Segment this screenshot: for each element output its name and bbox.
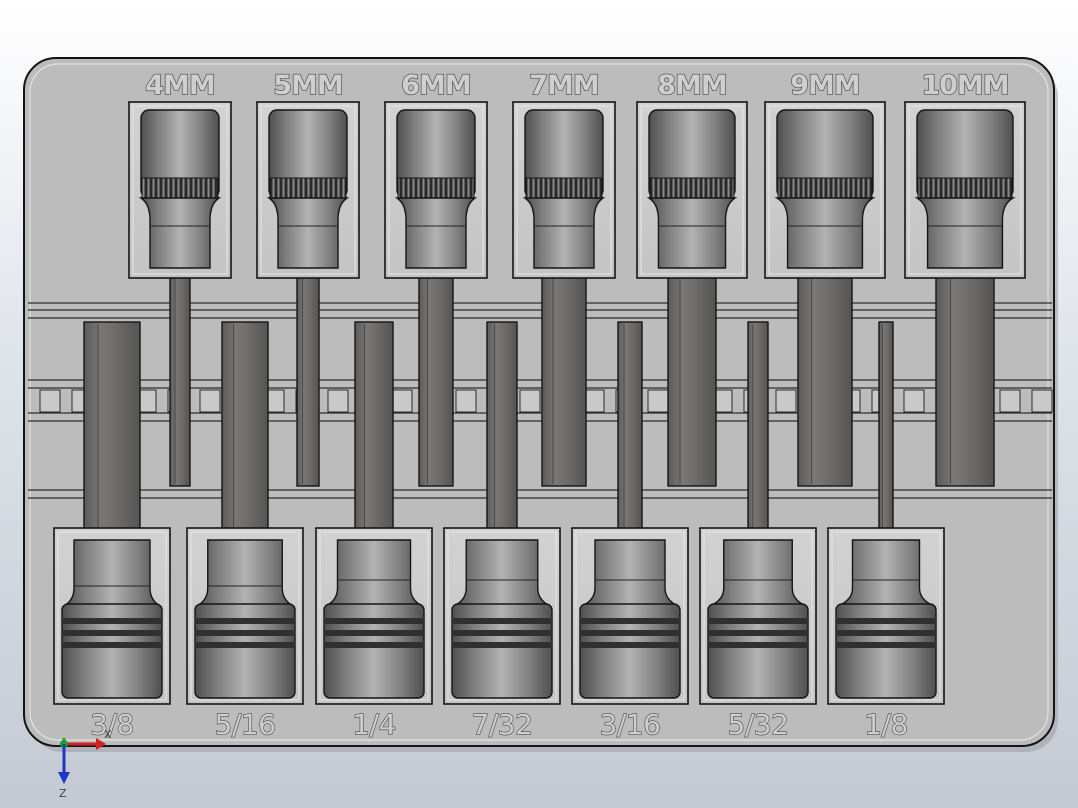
socket-groove <box>452 630 552 636</box>
tray-slot <box>519 389 541 413</box>
size-label-3-16: 3/16 <box>600 708 661 741</box>
bit-shank <box>667 267 717 487</box>
size-label-1-4: 1/4 <box>352 708 396 741</box>
socket-groove <box>836 618 936 624</box>
bit-shank <box>169 267 191 487</box>
socket-knurl <box>649 177 735 199</box>
tray-slot <box>1031 389 1053 413</box>
socket-upper <box>453 539 551 607</box>
socket-neck <box>774 197 876 269</box>
size-label-4mm: 4MM <box>145 70 215 101</box>
socket-groove <box>580 642 680 648</box>
size-label-5-32: 5/32 <box>728 708 789 741</box>
socket-groove <box>62 642 162 648</box>
socket-groove <box>708 630 808 636</box>
tray-slot <box>455 389 477 413</box>
socket-groove <box>195 630 295 636</box>
tray-slot <box>391 389 413 413</box>
socket-groove <box>195 642 295 648</box>
socket-groove <box>62 618 162 624</box>
socket-neck <box>138 197 222 269</box>
socket-upper <box>61 539 163 607</box>
bit-shank <box>747 321 769 543</box>
axis-z-label: Z <box>59 787 67 800</box>
axis-z-arrow <box>58 772 70 784</box>
size-label-6mm: 6MM <box>401 70 471 101</box>
socket-upper <box>581 539 679 607</box>
size-label-7-32: 7/32 <box>472 708 533 741</box>
tray-slot <box>903 389 925 413</box>
socket-groove <box>836 630 936 636</box>
socket-knurl <box>141 177 219 199</box>
size-label-8mm: 8MM <box>657 70 727 101</box>
tray-slot <box>199 389 221 413</box>
socket-groove <box>324 630 424 636</box>
bit-shank <box>878 321 894 543</box>
bit-shank <box>617 321 643 543</box>
tray-slot <box>39 389 61 413</box>
size-label-9mm: 9MM <box>790 70 860 101</box>
socket-groove <box>452 618 552 624</box>
bit-shank <box>296 267 320 487</box>
socket-groove <box>62 630 162 636</box>
socket-groove <box>580 618 680 624</box>
socket-neck <box>522 197 606 269</box>
cad-viewport[interactable]: 4MM 5MM 6MM 7MM 8MM 9MM 10MM 3/8 5/16 1/4 7/32 3/1… <box>0 0 1078 808</box>
size-label-5-16: 5/16 <box>215 708 276 741</box>
size-label-10mm: 10MM <box>921 70 1008 101</box>
socket-groove <box>324 618 424 624</box>
socket-neck <box>266 197 350 269</box>
socket-knurl <box>525 177 603 199</box>
socket-upper <box>194 539 296 607</box>
bit-shank <box>354 321 394 543</box>
socket-knurl <box>777 177 873 199</box>
socket-groove <box>836 642 936 648</box>
socket-groove <box>324 642 424 648</box>
socket-neck <box>646 197 738 269</box>
size-label-7mm: 7MM <box>529 70 599 101</box>
socket-groove <box>452 642 552 648</box>
socket-knurl <box>269 177 347 199</box>
size-label-5mm: 5MM <box>273 70 343 101</box>
bit-shank <box>221 321 269 543</box>
socket-groove <box>708 618 808 624</box>
size-label-1-8: 1/8 <box>864 708 908 741</box>
tray-slot <box>999 389 1021 413</box>
socket-neck <box>914 197 1016 269</box>
bit-shank <box>83 321 141 543</box>
socket-neck <box>394 197 478 269</box>
tray-slot <box>647 389 669 413</box>
size-label-3-8: 3/8 <box>90 708 134 741</box>
socket-knurl <box>917 177 1013 199</box>
tray-slot <box>775 389 797 413</box>
socket-groove <box>195 618 295 624</box>
socket-upper <box>325 539 423 607</box>
socket-upper <box>709 539 807 607</box>
axis-x-label: X <box>104 728 112 741</box>
bit-shank <box>797 267 853 487</box>
socket-groove <box>708 642 808 648</box>
tray-slot <box>583 389 605 413</box>
bit-shank <box>486 321 518 543</box>
socket-groove <box>580 630 680 636</box>
bit-shank <box>541 267 587 487</box>
bit-shank <box>935 267 995 487</box>
socket-upper <box>837 539 935 607</box>
socket-knurl <box>397 177 475 199</box>
bit-shank <box>418 267 454 487</box>
tray-slot <box>327 389 349 413</box>
